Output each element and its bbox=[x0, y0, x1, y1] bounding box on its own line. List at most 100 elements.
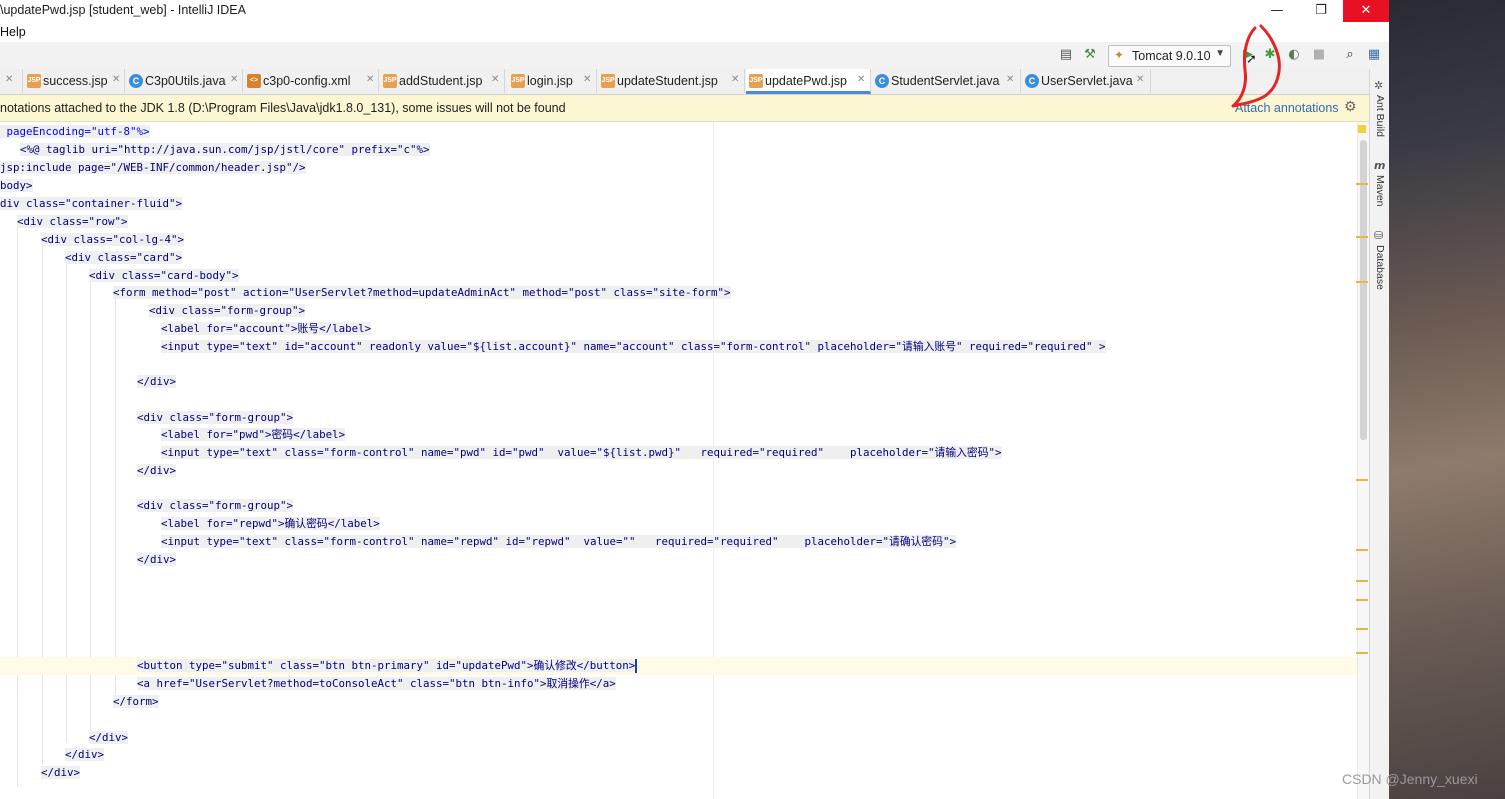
warning-marker[interactable] bbox=[1356, 183, 1368, 185]
search-icon[interactable]: ⌕ bbox=[1342, 47, 1358, 63]
stop-icon[interactable]: ■ bbox=[1311, 47, 1327, 63]
code-line: <input type="text" class="form-control" … bbox=[161, 535, 957, 548]
java-class-icon: C bbox=[875, 74, 889, 88]
tab-userservlet-java[interactable]: C UserServlet.java ✕ bbox=[1022, 69, 1151, 93]
tomcat-icon: ✦ bbox=[1114, 48, 1125, 62]
main-toolbar: ▤ ⚒ ✦ Tomcat 9.0.10 ▼ ▶ ✱ ◐ ■ ⌕ ▦ bbox=[0, 42, 1389, 70]
right-tool-sidebar: ✲ Ant Build m Maven ⛁ Database bbox=[1369, 69, 1390, 799]
tab-studentservlet-java[interactable]: C StudentServlet.java ✕ bbox=[872, 69, 1021, 93]
tab-updatepwd-jsp[interactable]: JSP updatePwd.jsp ✕ bbox=[746, 69, 871, 94]
tab-label: updateStudent.jsp bbox=[617, 74, 718, 88]
code-line: <label for="repwd">确认密码</label> bbox=[161, 517, 380, 530]
warning-marker[interactable] bbox=[1356, 580, 1368, 582]
code-line: <a href="UserServlet?method=toConsoleAct… bbox=[137, 677, 616, 690]
xml-file-icon: <> bbox=[247, 74, 261, 88]
maven-tool-button[interactable]: Maven bbox=[1374, 175, 1386, 207]
code-line: <div class="card-body"> bbox=[89, 269, 239, 282]
annotations-notification-bar: notations attached to the JDK 1.8 (D:\Pr… bbox=[0, 95, 1369, 122]
window-title: \updatePwd.jsp [student_web] - IntelliJ … bbox=[0, 3, 246, 17]
code-line: </form> bbox=[113, 695, 159, 708]
desktop-background bbox=[1389, 0, 1505, 799]
tab-label: C3p0Utils.java bbox=[145, 74, 226, 88]
tab-label: updatePwd.jsp bbox=[765, 74, 848, 88]
close-icon[interactable]: ✕ bbox=[112, 74, 120, 85]
tab-c3p0utils-java[interactable]: C C3p0Utils.java ✕ bbox=[126, 69, 243, 93]
menu-help[interactable]: Help bbox=[0, 25, 26, 39]
build-hammer-icon[interactable]: ⚒ bbox=[1082, 47, 1098, 63]
close-icon[interactable]: ✕ bbox=[857, 74, 865, 85]
tab-label: UserServlet.java bbox=[1041, 74, 1133, 88]
close-button[interactable]: ✕ bbox=[1343, 0, 1389, 22]
text-caret bbox=[635, 659, 638, 673]
project-structure-icon[interactable]: ▦ bbox=[1366, 47, 1382, 63]
code-line: <div class="form-group"> bbox=[149, 304, 306, 317]
tab-label: success.jsp bbox=[43, 74, 108, 88]
run-configuration-select[interactable]: ✦ Tomcat 9.0.10 ▼ bbox=[1108, 45, 1231, 67]
restore-button[interactable]: ❐ bbox=[1298, 0, 1344, 22]
ant-build-tool-button[interactable]: Ant Build bbox=[1374, 95, 1386, 137]
code-line: <label for="account">账号</label> bbox=[161, 322, 372, 335]
tab-label: c3p0-config.xml bbox=[263, 74, 351, 88]
code-line: <input type="text" class="form-control" … bbox=[161, 446, 1002, 459]
close-icon[interactable]: ✕ bbox=[583, 74, 591, 85]
code-line: pageEncoding="utf-8"%> bbox=[0, 125, 150, 138]
gear-icon[interactable]: ⚙ bbox=[1344, 99, 1357, 115]
java-class-icon: C bbox=[129, 74, 143, 88]
warning-marker[interactable] bbox=[1356, 281, 1368, 283]
warning-marker[interactable] bbox=[1356, 549, 1368, 551]
terminal-icon[interactable]: ▤ bbox=[1058, 47, 1074, 63]
notification-message: notations attached to the JDK 1.8 (D:\Pr… bbox=[0, 101, 566, 115]
close-icon[interactable]: ✕ bbox=[1006, 74, 1014, 85]
ant-icon: ✲ bbox=[1374, 79, 1384, 92]
warning-marker[interactable] bbox=[1356, 652, 1368, 654]
tab-overflow[interactable]: ✕ bbox=[0, 69, 23, 93]
vertical-scrollbar-thumb[interactable] bbox=[1360, 140, 1367, 440]
database-icon: ⛁ bbox=[1374, 229, 1384, 242]
close-icon[interactable]: ✕ bbox=[5, 74, 13, 85]
jsp-file-icon: JSP bbox=[601, 74, 615, 88]
warning-marker[interactable] bbox=[1356, 479, 1368, 481]
tab-login-jsp[interactable]: JSP login.jsp ✕ bbox=[508, 69, 597, 93]
tab-addstudent-jsp[interactable]: JSP addStudent.jsp ✕ bbox=[380, 69, 505, 93]
code-line: </div> bbox=[65, 748, 105, 761]
warning-marker[interactable] bbox=[1356, 599, 1368, 601]
tab-label: StudentServlet.java bbox=[891, 74, 1000, 88]
editor-tab-bar: ✕ JSP success.jsp ✕ C C3p0Utils.java ✕ <… bbox=[0, 69, 1369, 95]
code-line: <form method="post" action="UserServlet?… bbox=[113, 286, 731, 299]
close-icon[interactable]: ✕ bbox=[1136, 74, 1144, 85]
tab-label: login.jsp bbox=[527, 74, 573, 88]
coverage-icon[interactable]: ◐ bbox=[1286, 47, 1302, 63]
red-annotation-mark bbox=[1231, 24, 1281, 108]
jsp-file-icon: JSP bbox=[749, 74, 763, 88]
code-line: </div> bbox=[137, 464, 177, 477]
close-icon[interactable]: ✕ bbox=[731, 74, 739, 85]
tab-updatestudent-jsp[interactable]: JSP updateStudent.jsp ✕ bbox=[598, 69, 745, 93]
warning-marker[interactable] bbox=[1356, 236, 1368, 238]
code-line: body> bbox=[0, 179, 33, 192]
code-line: <div class="card"> bbox=[65, 251, 183, 264]
minimize-button[interactable]: — bbox=[1254, 0, 1300, 22]
close-icon[interactable]: ✕ bbox=[230, 74, 238, 85]
code-line: <div class="col-lg-4"> bbox=[41, 233, 185, 246]
code-line: <%@ taglib uri="http://java.sun.com/jsp/… bbox=[20, 143, 430, 156]
tab-c3p0-config-xml[interactable]: <> c3p0-config.xml ✕ bbox=[244, 69, 379, 93]
close-icon[interactable]: ✕ bbox=[491, 74, 499, 85]
indent-guide bbox=[17, 227, 18, 787]
code-line: jsp:include page="/WEB-INF/common/header… bbox=[0, 161, 306, 174]
code-line-current: <button type="submit" class="btn btn-pri… bbox=[137, 659, 638, 673]
title-bar: \updatePwd.jsp [student_web] - IntelliJ … bbox=[0, 0, 1389, 22]
java-class-icon: C bbox=[1025, 74, 1039, 88]
tab-success-jsp[interactable]: JSP success.jsp ✕ bbox=[24, 69, 125, 93]
inspection-status-icon[interactable] bbox=[1358, 125, 1366, 133]
maven-icon: m bbox=[1374, 159, 1386, 172]
warning-marker[interactable] bbox=[1356, 628, 1368, 630]
watermark: CSDN @Jenny_xuexi bbox=[1342, 771, 1478, 787]
database-tool-button[interactable]: Database bbox=[1374, 245, 1386, 290]
tab-label: addStudent.jsp bbox=[399, 74, 483, 88]
jsp-file-icon: JSP bbox=[511, 74, 525, 88]
code-line: <div class="form-group"> bbox=[137, 411, 294, 424]
indent-guide bbox=[42, 245, 43, 765]
code-line: div class="container-fluid"> bbox=[0, 197, 183, 210]
close-icon[interactable]: ✕ bbox=[366, 74, 374, 85]
chevron-down-icon: ▼ bbox=[1215, 48, 1225, 59]
